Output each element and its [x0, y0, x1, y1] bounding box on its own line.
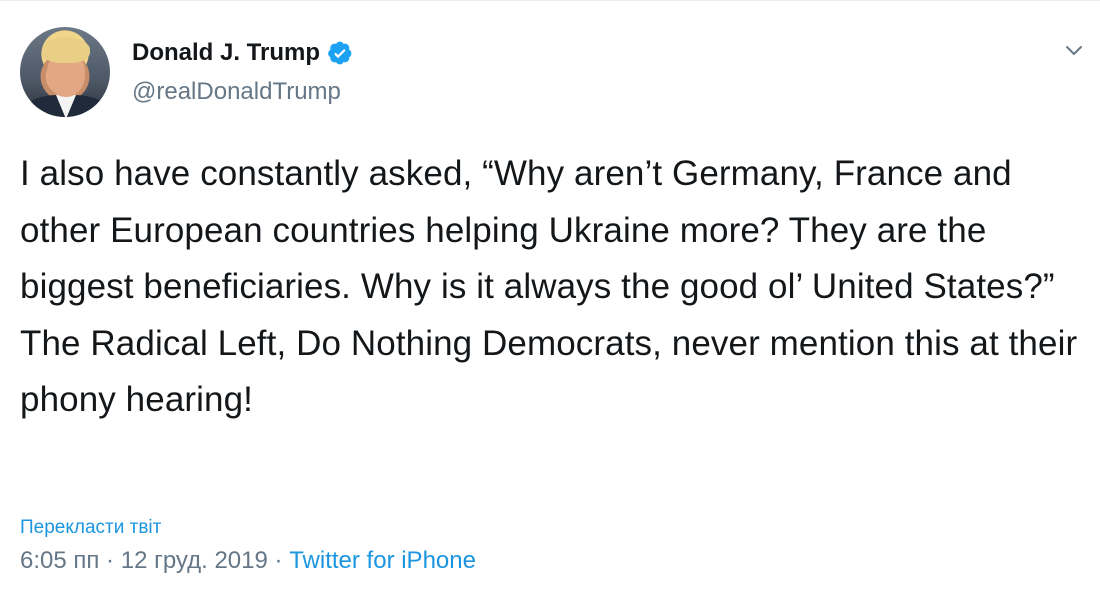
tweet-source-link[interactable]: Twitter for iPhone	[289, 547, 476, 574]
avatar[interactable]	[20, 27, 110, 117]
verified-badge-icon	[328, 41, 352, 65]
tweet-text: I also have constantly asked, “Why aren’…	[20, 154, 1078, 419]
display-name[interactable]: Donald J. Trump	[132, 39, 320, 67]
user-handle[interactable]: @realDonaldTrump	[132, 78, 341, 106]
tweet-card: Donald J. Trump @realDonaldTrump I also …	[0, 0, 1100, 597]
chevron-down-icon[interactable]	[1060, 39, 1088, 63]
author-name-row: Donald J. Trump	[132, 39, 353, 67]
translate-tweet-link[interactable]: Перекласти твіт	[20, 517, 161, 539]
meta-separator: ·	[106, 547, 115, 574]
tweet-metadata: 6:05 пп · 12 груд. 2019 · Twitter for iP…	[20, 547, 476, 575]
tweet-time[interactable]: 6:05 пп	[20, 547, 99, 574]
tweet-date[interactable]: 12 груд. 2019	[121, 547, 268, 574]
meta-separator: ·	[274, 547, 283, 574]
avatar-hair	[42, 37, 90, 63]
